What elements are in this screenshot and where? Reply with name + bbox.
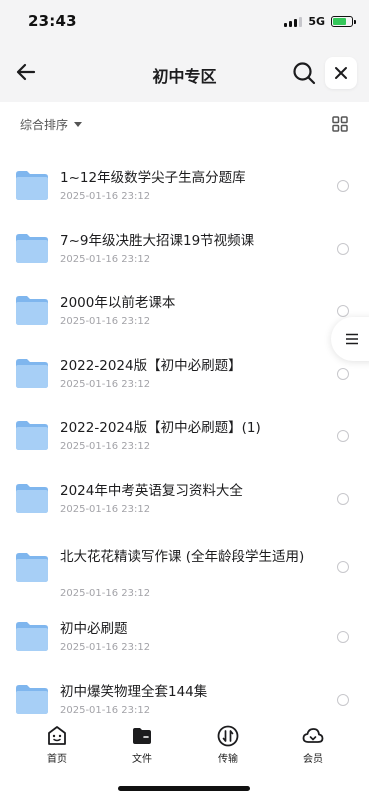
home-face-icon xyxy=(48,726,66,745)
tab-member-label: 会员 xyxy=(303,754,323,765)
nav-header: 初中专区 xyxy=(0,44,369,102)
file-row[interactable]: 2022-2024版【初中必刷题】(1) 2025-01-16 23:12 xyxy=(0,404,369,467)
tab-home[interactable]: 首页 xyxy=(27,724,87,765)
folder-icon xyxy=(16,171,48,200)
file-name: 2024年中考英语复习资料大全 xyxy=(60,482,243,499)
file-name: 2022-2024版【初中必刷题】 xyxy=(60,357,242,374)
select-radio[interactable] xyxy=(337,561,349,573)
tab-member[interactable]: 会员 xyxy=(283,724,343,765)
file-name: 2022-2024版【初中必刷题】(1) xyxy=(60,420,261,436)
file-name: 初中必刷题 xyxy=(60,621,128,637)
file-date: 2025-01-16 23:12 xyxy=(60,378,151,390)
status-bar: 23:43 5G xyxy=(0,0,369,44)
file-row[interactable]: 初中爆笑物理全套144集 2025-01-16 23:12 xyxy=(0,668,369,721)
select-radio[interactable] xyxy=(337,693,349,706)
file-name: 1~12年级数学尖子生高分题库 xyxy=(60,170,246,186)
sort-label: 综合排序 xyxy=(20,118,69,132)
grid-view-icon[interactable] xyxy=(331,115,349,133)
select-radio[interactable] xyxy=(337,631,349,643)
caret-down-icon xyxy=(74,122,83,127)
folder-icon xyxy=(16,233,48,263)
home-indicator xyxy=(118,786,250,791)
transfer-icon xyxy=(217,725,239,747)
file-date: 2025-01-16 23:12 xyxy=(60,316,151,327)
close-icon xyxy=(335,67,347,79)
file-date: 2025-01-16 23:12 xyxy=(60,588,151,599)
folder-icon xyxy=(16,553,48,582)
file-row[interactable]: 2000年以前老课本 2025-01-16 23:12 xyxy=(0,279,369,342)
file-date: 2025-01-16 23:12 xyxy=(60,441,151,452)
tab-transfer[interactable]: 传输 xyxy=(198,724,258,765)
select-radio[interactable] xyxy=(337,492,349,505)
file-row[interactable]: 2022-2024版【初中必刷题】 2025-01-16 23:12 xyxy=(0,342,369,405)
file-date: 2025-01-16 23:12 xyxy=(60,642,151,653)
status-indicators: 5G xyxy=(284,15,356,28)
file-row[interactable]: 初中必刷题 2025-01-16 23:12 xyxy=(0,605,369,668)
tab-home-label: 首页 xyxy=(47,754,67,765)
menu-icon xyxy=(346,333,358,345)
search-icon[interactable] xyxy=(290,59,318,87)
select-radio[interactable] xyxy=(337,180,349,192)
close-button[interactable] xyxy=(325,57,357,89)
folder-icon xyxy=(16,358,48,388)
file-name: 初中爆笑物理全套144集 xyxy=(60,683,208,700)
file-row[interactable]: 7~9年级决胜大招课19节视频课 2025-01-16 23:12 xyxy=(0,217,369,280)
tab-files-label: 文件 xyxy=(132,754,152,765)
sort-bar: 综合排序 xyxy=(0,102,369,146)
folder-tab-icon xyxy=(133,728,151,744)
tab-transfer-label: 传输 xyxy=(218,754,238,765)
file-name: 北大花花精读写作课 (全年龄段学生适用) xyxy=(60,549,305,565)
file-date: 2025-01-16 23:12 xyxy=(60,704,151,716)
select-radio[interactable] xyxy=(337,242,349,255)
file-row[interactable]: 2024年中考英语复习资料大全 2025-01-16 23:12 xyxy=(0,467,369,530)
folder-icon xyxy=(16,421,48,450)
select-radio[interactable] xyxy=(337,305,349,317)
battery-icon xyxy=(331,16,356,27)
file-date: 2025-01-16 23:12 xyxy=(60,253,151,265)
folder-icon xyxy=(16,483,48,513)
file-row[interactable]: 1~12年级数学尖子生高分题库 2025-01-16 23:12 xyxy=(0,154,369,217)
file-list-panel: 综合排序 1~12年级数学尖子生高分题库 2025-01-16 23:12 7~9年… xyxy=(0,102,369,720)
file-name: 2000年以前老课本 xyxy=(60,295,176,311)
file-name: 7~9年级决胜大招课19节视频课 xyxy=(60,232,255,249)
select-radio[interactable] xyxy=(337,367,349,380)
file-row[interactable]: 北大花花精读写作课 (全年龄段学生适用) 2025-01-16 23:12 xyxy=(0,529,369,605)
file-list: 1~12年级数学尖子生高分题库 2025-01-16 23:12 7~9年级决胜大招… xyxy=(0,154,369,720)
file-date: 2025-01-16 23:12 xyxy=(60,503,151,515)
signal-icon xyxy=(284,16,303,27)
sort-dropdown[interactable]: 综合排序 xyxy=(20,116,83,133)
floating-menu-button[interactable] xyxy=(331,317,369,361)
network-type: 5G xyxy=(308,15,325,28)
folder-icon xyxy=(16,684,48,714)
select-radio[interactable] xyxy=(337,430,349,442)
folder-icon xyxy=(16,296,48,325)
status-time: 23:43 xyxy=(28,12,77,30)
tab-files[interactable]: 文件 xyxy=(112,724,172,765)
folder-icon xyxy=(16,622,48,651)
file-date: 2025-01-16 23:12 xyxy=(60,191,151,202)
cloud-member-icon xyxy=(302,728,324,743)
